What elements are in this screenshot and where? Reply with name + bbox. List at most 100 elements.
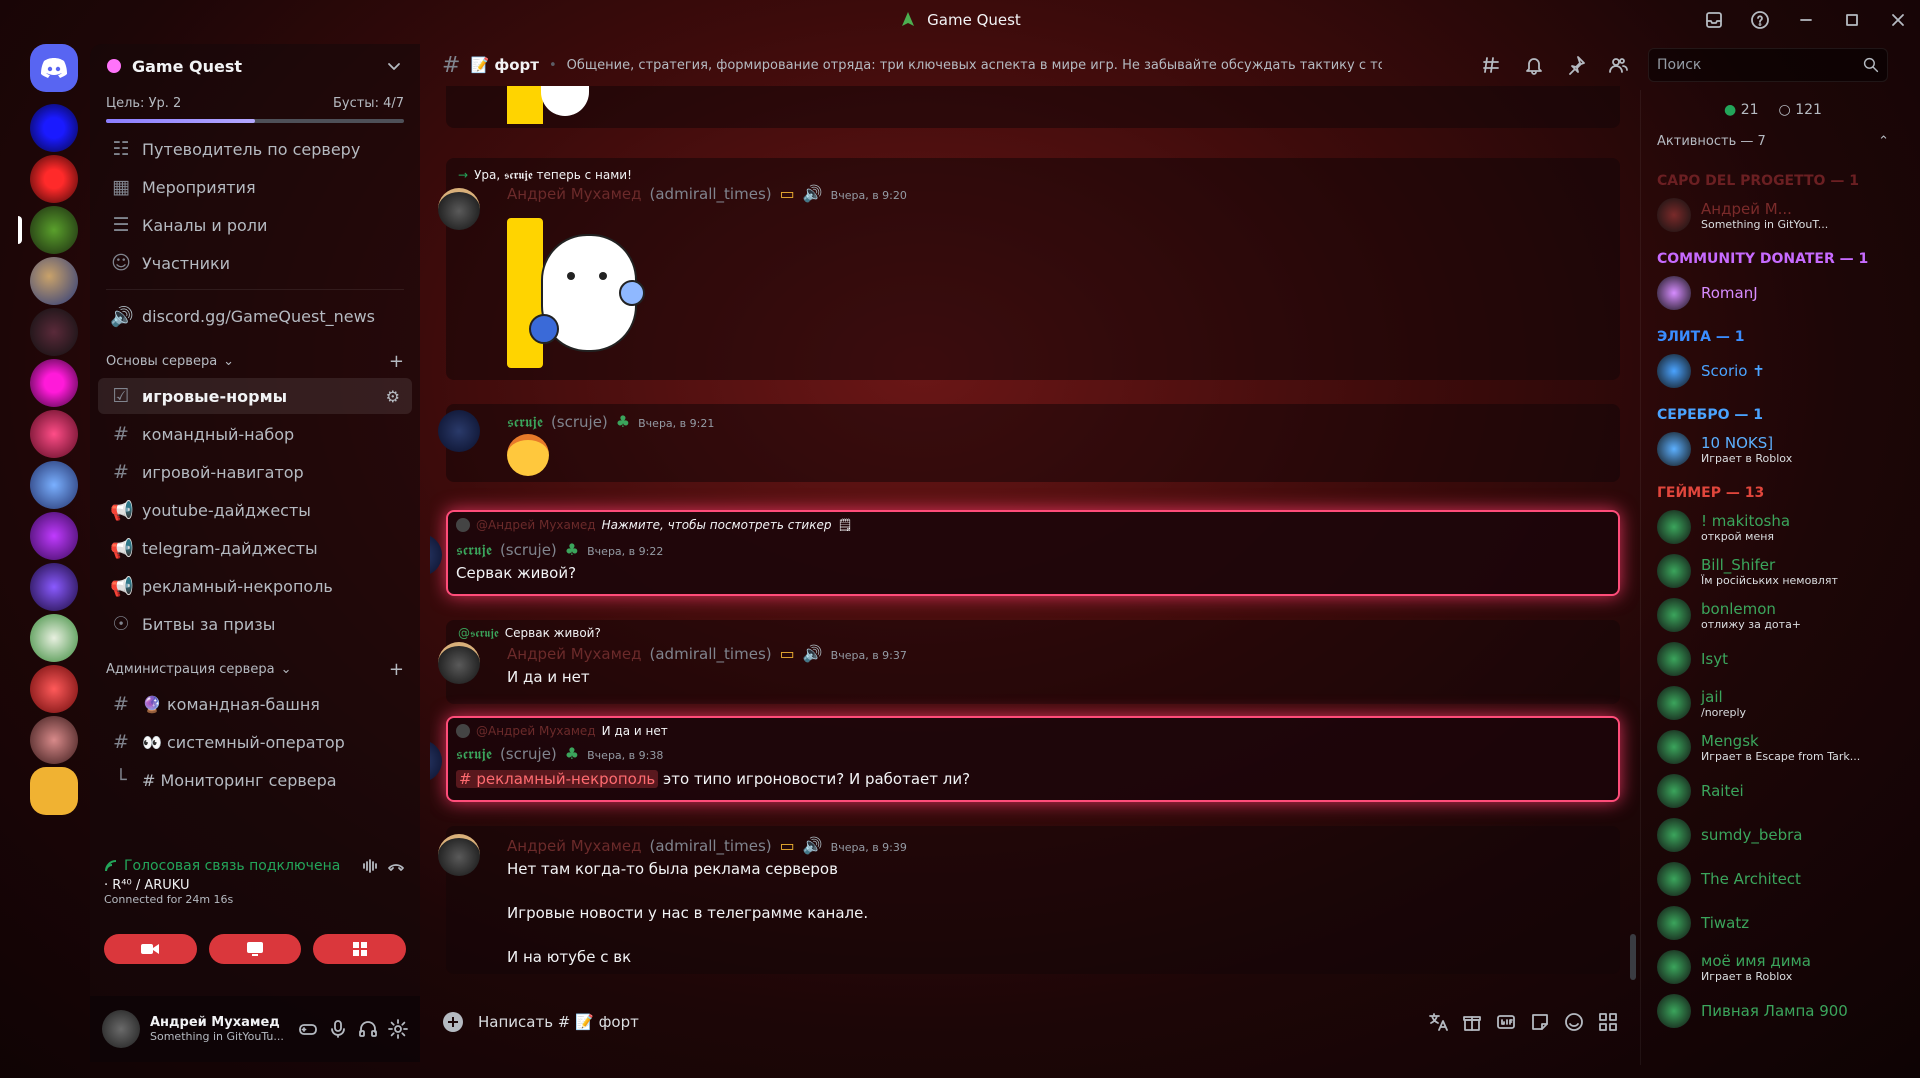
gift-icon[interactable] (1462, 1012, 1482, 1032)
microphone-icon[interactable] (328, 1019, 348, 1039)
sticker-image[interactable] (507, 86, 543, 124)
avatar[interactable] (438, 642, 480, 684)
translate-icon[interactable] (1428, 1012, 1448, 1032)
pin-icon[interactable] (1566, 55, 1586, 75)
server-icon-warrior[interactable] (30, 665, 78, 713)
channel-рекламный-некрополь[interactable]: 📢 рекламный-некрополь (98, 568, 412, 604)
server-folder-icon[interactable] (30, 767, 78, 815)
author-username[interactable]: (admirall_times) (650, 837, 772, 855)
reply-preview[interactable]: Нажмите, чтобы посмотреть стикер (602, 518, 832, 532)
close-button[interactable] (1876, 0, 1920, 40)
camera-button[interactable] (104, 934, 197, 964)
message-scrollbar[interactable] (1630, 934, 1636, 980)
server-icon-purple[interactable] (30, 563, 78, 611)
member-item[interactable]: Андрей М... Something in GitYouT... (1641, 193, 1905, 237)
avatar[interactable] (1657, 686, 1691, 720)
nav-item-1[interactable]: ▦ Мероприятия (98, 169, 412, 205)
apps-icon[interactable] (1598, 1012, 1618, 1032)
avatar[interactable] (1657, 198, 1691, 232)
avatar[interactable] (102, 1010, 140, 1048)
minimize-button[interactable] (1784, 0, 1828, 40)
member-item[interactable]: ! makitosha открой меня (1641, 505, 1905, 549)
nav-item-2[interactable]: ☰ Каналы и роли (98, 207, 412, 243)
channel-category[interactable]: Основы сервера ⌄ + (90, 346, 420, 376)
author-username[interactable]: (admirall_times) (650, 645, 772, 663)
author-name[interactable]: 𝖘𝖈𝖗𝖚𝖏𝖊 (456, 745, 492, 763)
member-item[interactable]: bonlemon отлижу за дота+ (1641, 593, 1905, 637)
member-item[interactable]: Raitei (1641, 769, 1905, 813)
salute-emoji-icon[interactable] (507, 434, 549, 476)
channel-category[interactable]: Администрация сервера ⌄ + (90, 654, 420, 684)
reply-preview[interactable]: Сервак живой? (505, 626, 601, 641)
avatar[interactable] (430, 534, 442, 576)
nav-item-3[interactable]: ☺ Участники (98, 245, 412, 281)
nav-item-0[interactable]: ☷ Путеводитель по серверу (98, 131, 412, 167)
help-icon[interactable] (1738, 0, 1782, 40)
disconnect-icon[interactable] (386, 856, 406, 876)
emoji-icon[interactable] (1564, 1012, 1584, 1032)
channel-mention[interactable]: # рекламный-некрополь (456, 770, 659, 788)
avatar[interactable] (438, 188, 480, 230)
direct-messages-button[interactable] (30, 44, 78, 92)
headphones-icon[interactable] (358, 1019, 378, 1039)
inbox-icon[interactable] (1692, 0, 1736, 40)
channel-telegram-дайджесты[interactable]: 📢 telegram-дайджесты (98, 530, 412, 566)
server-icon-butterfly[interactable] (30, 461, 78, 509)
member-item[interactable]: The Architect (1641, 857, 1905, 901)
avatar[interactable] (1657, 432, 1691, 466)
channel-битвы-за-призы[interactable]: ☉ Битвы за призы (98, 606, 412, 642)
member-item[interactable]: jail/noreply (1641, 681, 1905, 725)
member-item[interactable]: моё имя дима Играет в Roblox (1641, 945, 1905, 989)
avatar[interactable] (1657, 906, 1691, 940)
member-item[interactable]: Mengsk Играет в Escape from Tark... (1641, 725, 1905, 769)
boost-goal[interactable]: Цель: Ур. 2 Бусты: 4/7 (90, 88, 420, 111)
author-name[interactable]: Андрей Мухамед (507, 645, 642, 663)
avatar[interactable] (1657, 730, 1691, 764)
avatar[interactable] (1657, 598, 1691, 632)
member-item[interactable]: Пивная Лампа 900 (1641, 989, 1905, 1033)
reply-author[interactable]: @Андрей Мухамед (476, 724, 596, 738)
channel-командная-башня[interactable]: # 🔮 командная-башня (98, 686, 412, 722)
member-list-icon[interactable] (1608, 55, 1628, 75)
channel-системный-оператор[interactable]: # 👀 системный-оператор (98, 724, 412, 760)
member-item[interactable]: 10 NOKS] Играет в Roblox (1641, 427, 1905, 471)
screen-share-button[interactable] (208, 934, 302, 964)
server-header[interactable]: Game Quest (90, 44, 420, 88)
reply-preview[interactable]: И да и нет (602, 724, 668, 738)
avatar[interactable] (1657, 276, 1691, 310)
author-name[interactable]: 𝖘𝖈𝖗𝖚𝖏𝖊 (456, 541, 492, 559)
server-icon-game-quest[interactable] (18, 206, 78, 254)
chevron-up-icon[interactable]: ⌃ (1878, 134, 1889, 149)
author-name[interactable]: Андрей Мухамед (507, 185, 642, 203)
channel-командный-набор[interactable]: # командный-набор (98, 416, 412, 452)
channel-youtube-дайджесты[interactable]: 📢 youtube-дайджесты (98, 492, 412, 528)
server-icon-heart[interactable] (30, 512, 78, 560)
avatar[interactable] (1657, 774, 1691, 808)
avatar[interactable] (1657, 354, 1691, 388)
member-item[interactable]: sumdy_bebra (1641, 813, 1905, 857)
channel-topic[interactable]: Общение, стратегия, формирование отряда:… (567, 58, 1382, 73)
activities-button[interactable] (313, 934, 407, 964)
gif-icon[interactable] (1496, 1012, 1516, 1032)
server-icon-magenta[interactable] (30, 359, 78, 407)
member-item[interactable]: RomanJ (1641, 271, 1905, 315)
server-icon-cat[interactable] (30, 716, 78, 764)
reply-author[interactable]: @Андрей Мухамед (476, 518, 596, 532)
member-item[interactable]: Scorio ✝ (1641, 349, 1905, 393)
message-input[interactable]: Написать # 📝 форт (478, 1013, 1414, 1031)
author-name[interactable]: 𝖘𝖈𝖗𝖚𝖏𝖊 (507, 413, 543, 431)
maximize-button[interactable] (1830, 0, 1874, 40)
voice-channel[interactable]: · R⁴⁰ / ARUKU (104, 878, 406, 893)
author-username[interactable]: (scruje) (500, 745, 557, 763)
avatar[interactable] (438, 834, 480, 876)
server-icon-dark[interactable] (30, 308, 78, 356)
threads-icon[interactable] (1482, 55, 1502, 75)
avatar[interactable] (438, 410, 480, 452)
notification-bell-icon[interactable] (1524, 55, 1544, 75)
channel-игровые-нормы[interactable]: ☑ игровые-нормы ⚙ (98, 378, 412, 414)
avatar[interactable] (430, 740, 442, 782)
channel-мониторинг-сервера[interactable]: └ # Мониторинг сервера (98, 762, 412, 798)
add-attachment-icon[interactable] (442, 1011, 464, 1033)
server-icon-planet[interactable] (30, 257, 78, 305)
settings-gear-icon[interactable]: ⚙ (386, 387, 400, 406)
